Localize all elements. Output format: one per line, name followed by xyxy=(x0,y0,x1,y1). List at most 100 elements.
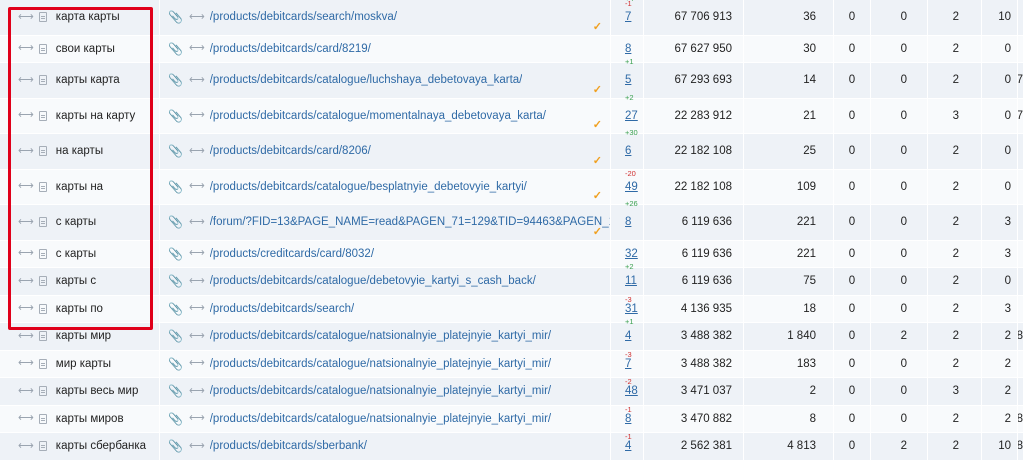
url-link[interactable]: /products/creditcards/card/8032/ xyxy=(210,248,374,260)
metric-2-cell: 0 xyxy=(834,240,871,267)
position-cell: 8 -1 xyxy=(611,405,644,432)
share-icon[interactable]: ⟷ xyxy=(189,145,205,157)
share-icon[interactable]: ⟷ xyxy=(18,440,34,452)
document-icon[interactable] xyxy=(38,441,47,452)
share-icon[interactable]: ⟷ xyxy=(18,248,34,259)
document-icon[interactable] xyxy=(38,358,47,369)
share-icon[interactable]: ⟷ xyxy=(18,145,34,157)
document-icon[interactable] xyxy=(38,12,47,23)
url-link[interactable]: /products/debitcards/search/moskva/ xyxy=(210,11,397,23)
url-link[interactable]: /products/debitcards/catalogue/natsional… xyxy=(210,385,551,397)
metric-4-cell: 3 xyxy=(928,378,982,405)
document-icon[interactable] xyxy=(38,331,47,342)
share-icon[interactable]: ⟷ xyxy=(18,74,34,86)
url-link[interactable]: /products/debitcards/catalogue/luchshaya… xyxy=(210,74,523,86)
share-icon[interactable]: ⟷ xyxy=(189,358,205,369)
share-icon[interactable]: ⟷ xyxy=(18,413,34,424)
share-icon[interactable]: ⟷ xyxy=(189,413,205,424)
share-icon[interactable]: ⟷ xyxy=(189,11,205,23)
url-link[interactable]: /products/debitcards/catalogue/momentaln… xyxy=(210,110,546,122)
share-icon[interactable]: ⟷ xyxy=(189,43,205,54)
position-link[interactable]: 8 xyxy=(625,43,631,55)
position-link[interactable]: 11 xyxy=(625,275,637,287)
position-link[interactable]: 4 xyxy=(625,440,631,452)
paperclip-icon[interactable]: 📎 xyxy=(168,144,183,158)
share-icon[interactable]: ⟷ xyxy=(189,74,205,86)
document-icon[interactable] xyxy=(38,181,47,192)
metric-5-cell: 10 xyxy=(982,433,1018,460)
paperclip-icon[interactable]: 📎 xyxy=(168,329,183,343)
share-icon[interactable]: ⟷ xyxy=(189,275,205,287)
share-icon[interactable]: ⟷ xyxy=(189,248,205,259)
position-link[interactable]: 7 xyxy=(625,11,631,23)
paperclip-icon[interactable]: 📎 xyxy=(168,384,183,398)
document-icon[interactable] xyxy=(38,276,47,287)
document-icon[interactable] xyxy=(38,303,47,314)
paperclip-icon[interactable]: 📎 xyxy=(168,439,183,453)
url-link[interactable]: /forum/?FID=13&PAGE_NAME=read&PAGEN_71=1… xyxy=(210,216,610,228)
position-link[interactable]: 27 xyxy=(625,110,638,122)
url-link[interactable]: /products/debitcards/card/8206/ xyxy=(210,145,371,157)
paperclip-icon[interactable]: 📎 xyxy=(168,215,183,229)
share-icon[interactable]: ⟷ xyxy=(189,181,205,192)
document-icon[interactable] xyxy=(38,217,47,228)
url-link[interactable]: /products/debitcards/catalogue/natsional… xyxy=(210,330,551,342)
url-link[interactable]: /products/debitcards/catalogue/natsional… xyxy=(210,358,551,370)
url-link[interactable]: /products/debitcards/catalogue/debetovyi… xyxy=(210,275,536,287)
url-link[interactable]: /products/debitcards/catalogue/natsional… xyxy=(210,413,551,425)
share-icon[interactable]: ⟷ xyxy=(189,216,205,228)
share-icon[interactable]: ⟷ xyxy=(18,303,34,314)
share-icon[interactable]: ⟷ xyxy=(18,110,34,121)
share-icon[interactable]: ⟷ xyxy=(189,303,205,314)
share-icon[interactable]: ⟷ xyxy=(18,275,34,287)
share-icon[interactable]: ⟷ xyxy=(189,440,205,452)
position-link[interactable]: 8 xyxy=(625,413,631,425)
document-icon[interactable] xyxy=(38,248,47,259)
share-icon[interactable]: ⟷ xyxy=(18,43,34,54)
share-icon[interactable]: ⟷ xyxy=(189,110,205,121)
url-cell: 📎 ⟷ /products/debitcards/search/ ✓ xyxy=(160,295,611,322)
metric-4-cell: 2 xyxy=(928,35,982,62)
paperclip-icon[interactable]: 📎 xyxy=(168,42,183,56)
url-link[interactable]: /products/debitcards/catalogue/besplatny… xyxy=(210,181,527,193)
share-icon[interactable]: ⟷ xyxy=(18,385,34,397)
share-icon[interactable]: ⟷ xyxy=(18,11,34,23)
share-icon[interactable]: ⟷ xyxy=(18,358,34,369)
position-link[interactable]: 49 xyxy=(625,181,638,193)
position-link[interactable]: 5 xyxy=(625,74,631,86)
paperclip-icon[interactable]: 📎 xyxy=(168,302,183,316)
position-link[interactable]: 48 xyxy=(625,385,638,397)
document-icon[interactable] xyxy=(38,43,47,54)
document-icon[interactable] xyxy=(38,386,47,397)
paperclip-icon[interactable]: 📎 xyxy=(168,10,183,24)
position-link[interactable]: 8 xyxy=(625,216,631,228)
paperclip-icon[interactable]: 📎 xyxy=(168,357,183,371)
position-link[interactable]: 31 xyxy=(625,303,638,315)
share-icon[interactable]: ⟷ xyxy=(189,385,205,397)
paperclip-icon[interactable]: 📎 xyxy=(168,274,183,288)
url-link[interactable]: /products/debitcards/sberbank/ xyxy=(210,440,367,452)
keyword-cell: ⟷ карты на xyxy=(0,169,160,204)
document-icon[interactable] xyxy=(38,413,47,424)
share-icon[interactable]: ⟷ xyxy=(189,330,205,342)
share-icon[interactable]: ⟷ xyxy=(18,216,34,228)
paperclip-icon[interactable]: 📎 xyxy=(168,247,183,261)
paperclip-icon[interactable]: 📎 xyxy=(168,73,183,87)
position-link[interactable]: 7 xyxy=(625,358,631,370)
paperclip-icon[interactable]: 📎 xyxy=(168,180,183,194)
share-icon[interactable]: ⟷ xyxy=(18,181,34,192)
url-link[interactable]: /products/debitcards/search/ xyxy=(210,303,354,315)
metric-3-cell: 0 xyxy=(871,205,928,240)
position-link[interactable]: 32 xyxy=(625,248,638,260)
table-row: ⟷ мир карты 📎 ⟷ /products/debitcards/cat… xyxy=(0,350,1024,378)
position-link[interactable]: 6 xyxy=(625,145,631,157)
position-link[interactable]: 4 xyxy=(625,330,631,342)
share-icon[interactable]: ⟷ xyxy=(18,330,34,342)
document-icon[interactable] xyxy=(38,75,47,86)
document-icon[interactable] xyxy=(38,146,47,157)
table-row: ⟷ на карты 📎 ⟷ /products/debitcards/card… xyxy=(0,129,1024,170)
paperclip-icon[interactable]: 📎 xyxy=(168,412,183,426)
paperclip-icon[interactable]: 📎 xyxy=(168,109,183,123)
url-link[interactable]: /products/debitcards/card/8219/ xyxy=(210,43,371,55)
document-icon[interactable] xyxy=(38,110,47,121)
